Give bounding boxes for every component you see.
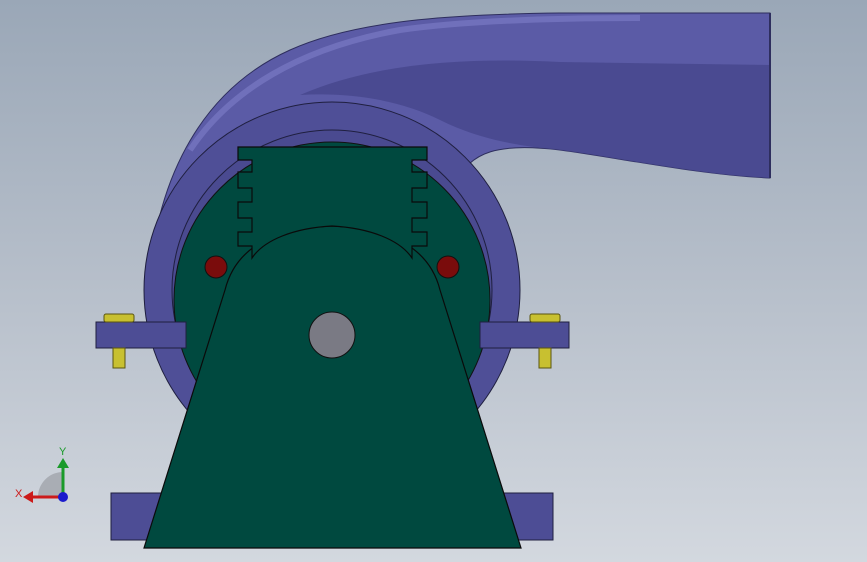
triad-y-label: Y <box>59 446 67 458</box>
left-bolt-head <box>103 313 135 323</box>
right-bolt-shank <box>538 347 552 369</box>
triad-plane-wedge <box>38 472 63 497</box>
triad-x-label: X <box>15 488 23 500</box>
right-flange-plate <box>479 321 570 349</box>
triad-x-arrow <box>23 491 33 503</box>
right-bolt-head <box>529 313 561 323</box>
triad-z-origin <box>58 492 68 502</box>
shaft-bore <box>308 311 356 359</box>
right-dowel-pin[interactable] <box>436 255 460 279</box>
left-flange-plate <box>95 321 187 349</box>
left-bolt-shank <box>112 347 126 369</box>
cad-viewport[interactable]: Y X <box>0 0 867 562</box>
orientation-triad[interactable]: Y X <box>15 446 69 503</box>
left-dowel-pin[interactable] <box>204 255 228 279</box>
triad-y-arrow <box>57 458 69 468</box>
